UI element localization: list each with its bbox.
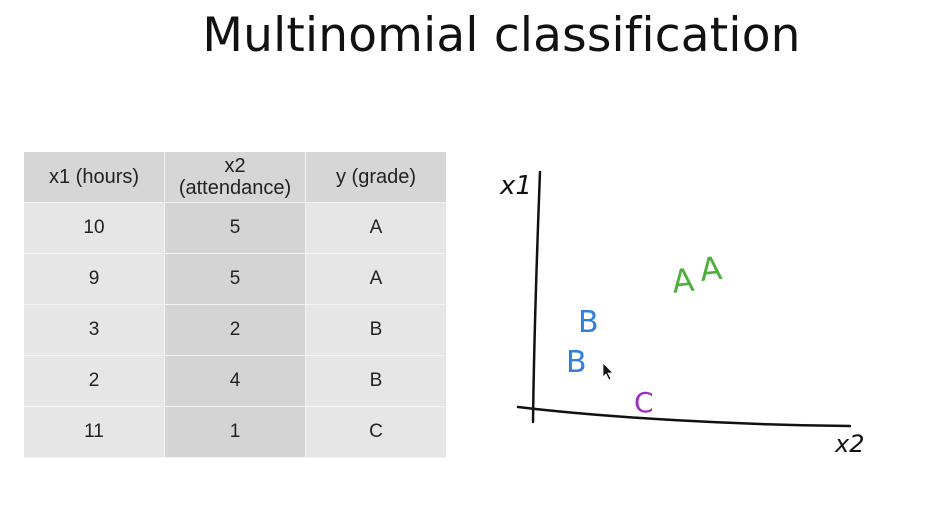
x-axis-line (516, 405, 852, 428)
table-header-row: x1 (hours) x2 (attendance) y (grade) (24, 152, 446, 203)
cell-x2: 1 (165, 407, 306, 458)
cell-x2: 5 (165, 203, 306, 254)
cell-x1: 10 (24, 203, 165, 254)
point-b: B (578, 305, 599, 340)
cell-y: B (306, 356, 446, 407)
mouse-cursor-icon (602, 362, 614, 381)
axis-y-label: x1 (499, 171, 532, 201)
cell-y: B (306, 305, 446, 356)
cell-x1: 3 (24, 305, 165, 356)
grades-table: x1 (hours) x2 (attendance) y (grade) 10 … (24, 152, 446, 458)
cell-x2: 2 (165, 305, 306, 356)
cell-x1: 11 (24, 407, 165, 458)
point-a: A (698, 249, 724, 289)
slide-title: Multinomial classification (202, 8, 801, 63)
cell-x1: 2 (24, 356, 165, 407)
cell-x2: 4 (165, 356, 306, 407)
cell-x2: 5 (165, 254, 306, 305)
table-row: 2 4 B (24, 356, 446, 407)
cell-y: C (306, 407, 446, 458)
point-c: C (634, 386, 654, 419)
cell-y: A (306, 254, 446, 305)
header-x2-line2: (attendance) (178, 177, 292, 199)
cell-x1: 9 (24, 254, 165, 305)
axis-x-label: x2 (834, 430, 864, 458)
header-x2-line1: x2 (224, 155, 246, 177)
header-y: y (grade) (306, 152, 446, 203)
cell-y: A (306, 203, 446, 254)
table-row: 9 5 A (24, 254, 446, 305)
point-a: A (670, 261, 696, 301)
table-row: 3 2 B (24, 305, 446, 356)
point-b: B (566, 345, 587, 380)
table-row: 10 5 A (24, 203, 446, 254)
header-x1: x1 (hours) (24, 152, 165, 203)
header-x2: x2 (attendance) (165, 152, 306, 203)
table-row: 11 1 C (24, 407, 446, 458)
y-axis-line (531, 170, 542, 424)
hand-drawn-scatter-sketch: x1 x2 A A B B C (499, 170, 864, 458)
